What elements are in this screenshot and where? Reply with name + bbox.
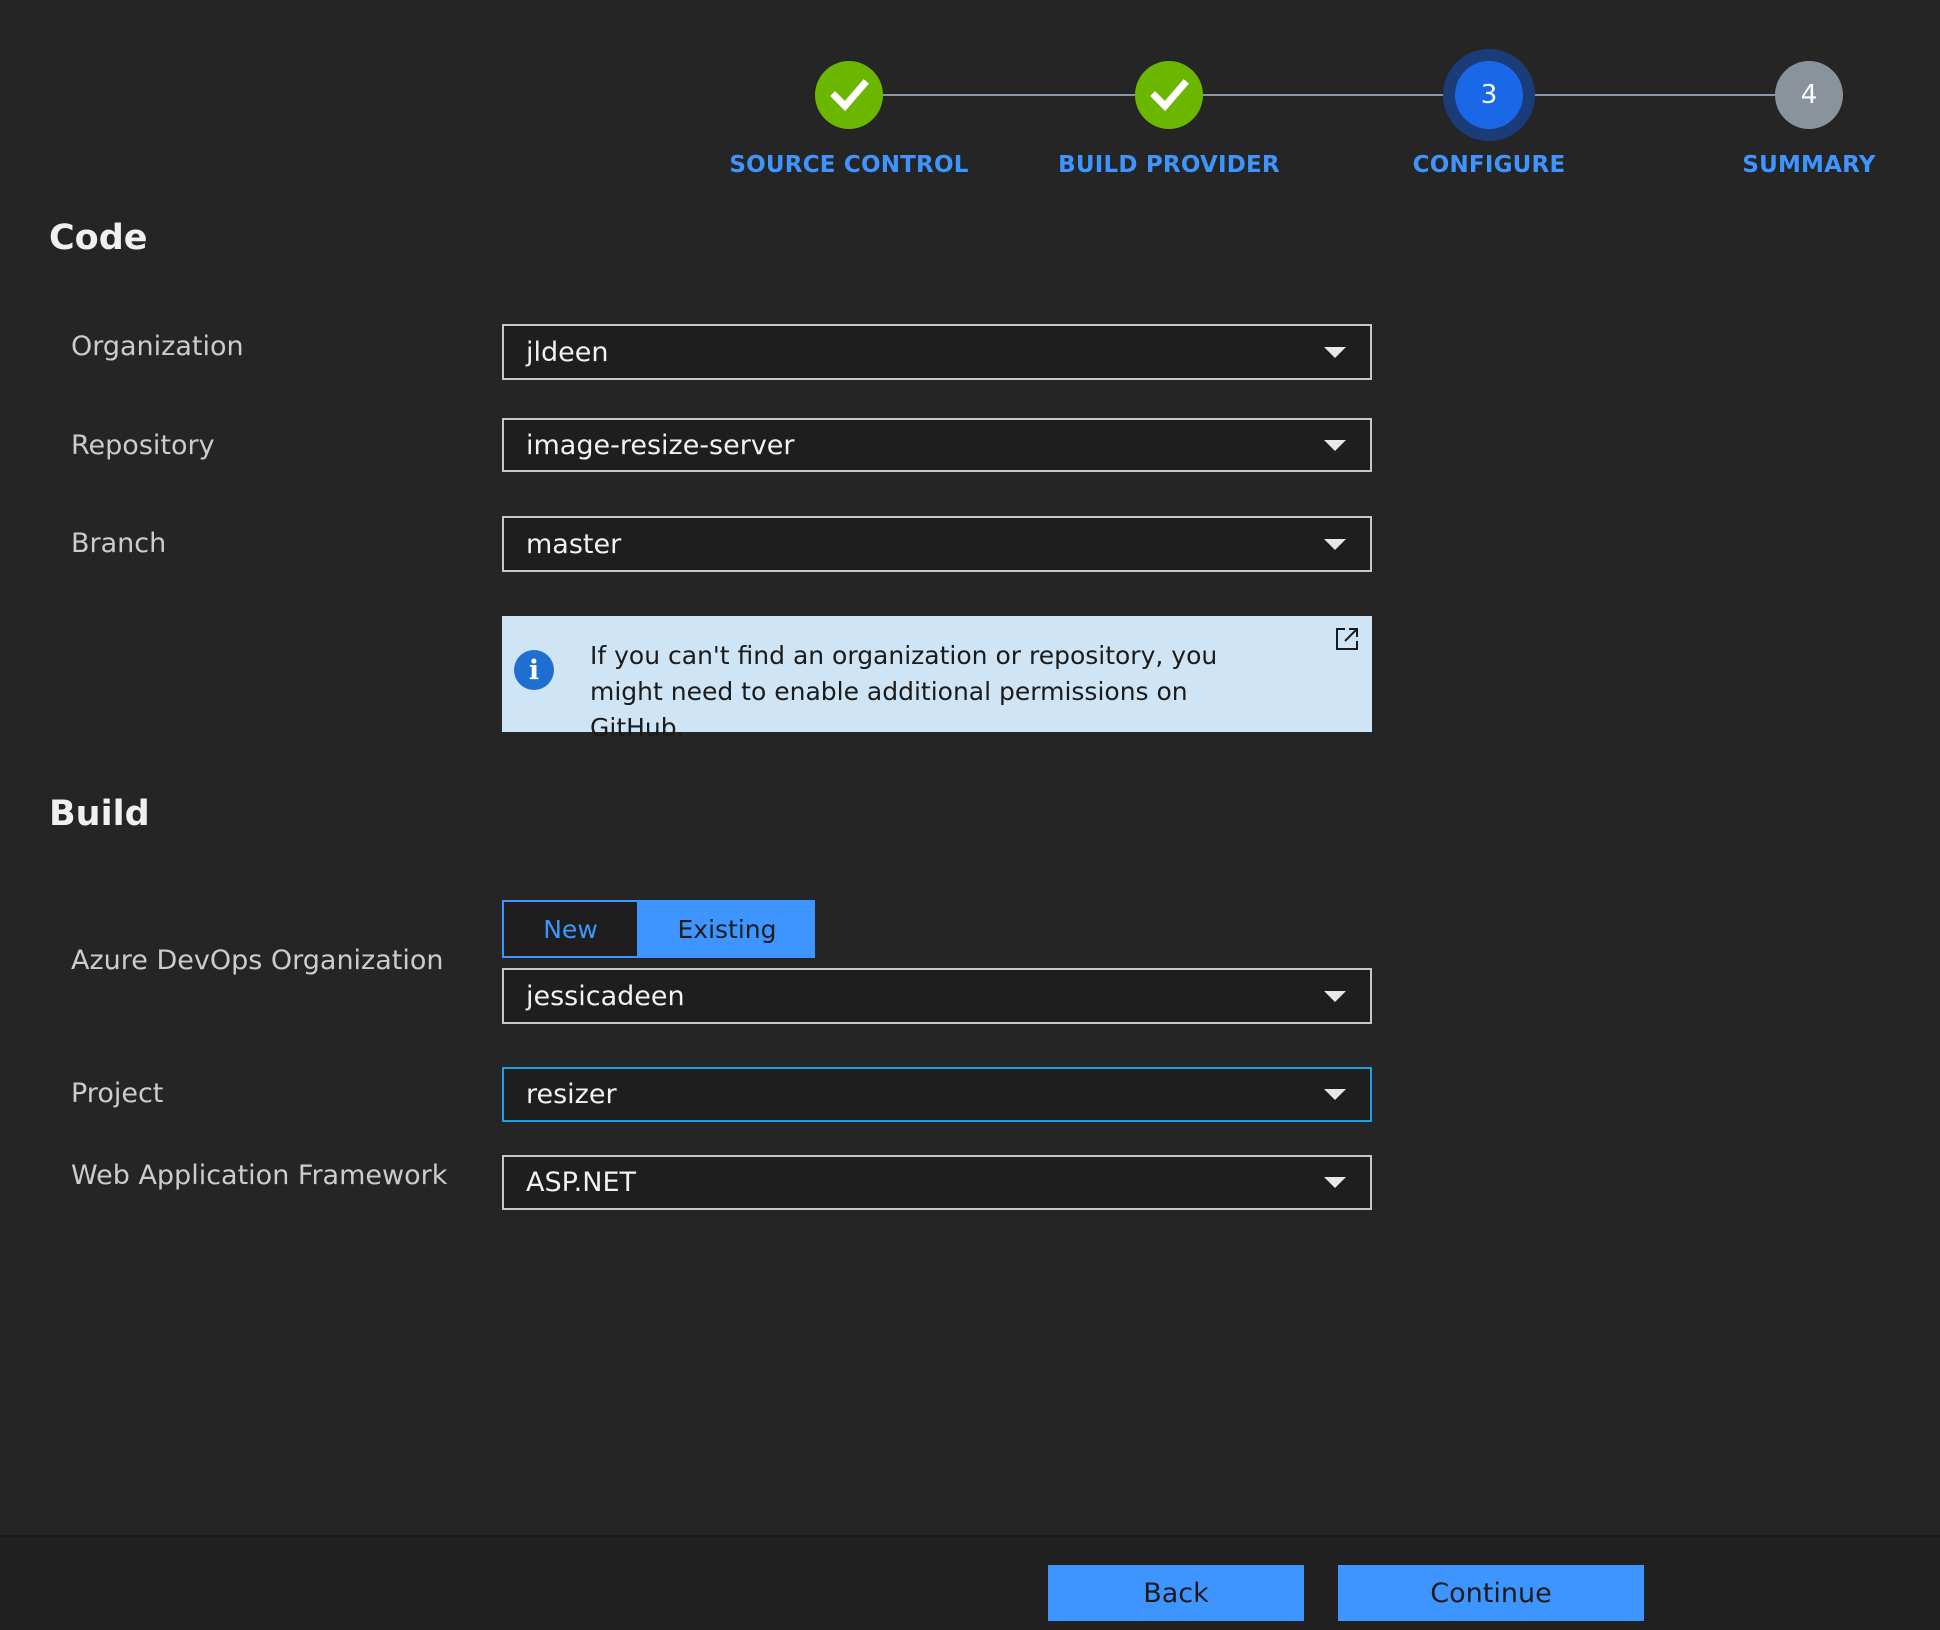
step-connector [1489,94,1809,96]
azure-devops-organization-label: Azure DevOps Organization [71,945,444,976]
azure-devops-organization-value: jessicadeen [526,980,685,1012]
branch-value: master [526,528,622,560]
chevron-down-icon [1324,439,1346,451]
external-link-icon[interactable] [1334,626,1360,652]
check-icon [1135,61,1203,129]
branch-label: Branch [71,528,167,559]
chevron-down-icon [1324,538,1346,550]
wizard-stepper: SOURCE CONTROL BUILD PROVIDER 3 CONFIGUR… [0,0,1940,190]
organization-value: jldeen [526,336,609,368]
toggle-new[interactable]: New [502,900,639,958]
chevron-down-icon [1324,346,1346,358]
step-label: SOURCE CONTROL [729,152,969,178]
repository-value: image-resize-server [526,429,795,461]
organization-dropdown[interactable]: jldeen [502,324,1372,380]
web-application-framework-dropdown[interactable]: ASP.NET [502,1155,1372,1210]
step-label: SUMMARY [1742,152,1876,178]
info-message: If you can't find an organization or rep… [590,641,1218,742]
footer-bar: Back Continue [0,1535,1940,1630]
check-icon [815,61,883,129]
web-application-framework-label: Web Application Framework [71,1160,448,1191]
project-label: Project [71,1078,164,1109]
step-connector [1169,94,1489,96]
repository-label: Repository [71,430,215,461]
section-title-build: Build [49,794,150,834]
new-existing-toggle: New Existing [502,900,815,958]
info-icon: i [514,650,554,690]
back-button[interactable]: Back [1048,1565,1304,1621]
toggle-existing[interactable]: Existing [639,900,815,958]
section-title-code: Code [49,218,148,258]
organization-label: Organization [71,331,244,362]
azure-devops-organization-dropdown[interactable]: jessicadeen [502,968,1372,1024]
step-label: CONFIGURE [1412,152,1566,178]
repository-dropdown[interactable]: image-resize-server [502,418,1372,472]
step-number: 3 [1455,61,1523,129]
continue-button[interactable]: Continue [1338,1565,1644,1621]
project-value: resizer [526,1079,617,1110]
branch-dropdown[interactable]: master [502,516,1372,572]
web-application-framework-value: ASP.NET [526,1167,637,1198]
chevron-down-icon [1324,990,1346,1002]
permissions-info-box: i If you can't find an organization or r… [502,616,1372,742]
chevron-down-icon [1324,1089,1346,1100]
step-number: 4 [1775,61,1843,129]
chevron-down-icon [1324,1177,1346,1188]
step-connector [849,94,1169,96]
project-dropdown[interactable]: resizer [502,1067,1372,1122]
step-label: BUILD PROVIDER [1058,152,1280,178]
